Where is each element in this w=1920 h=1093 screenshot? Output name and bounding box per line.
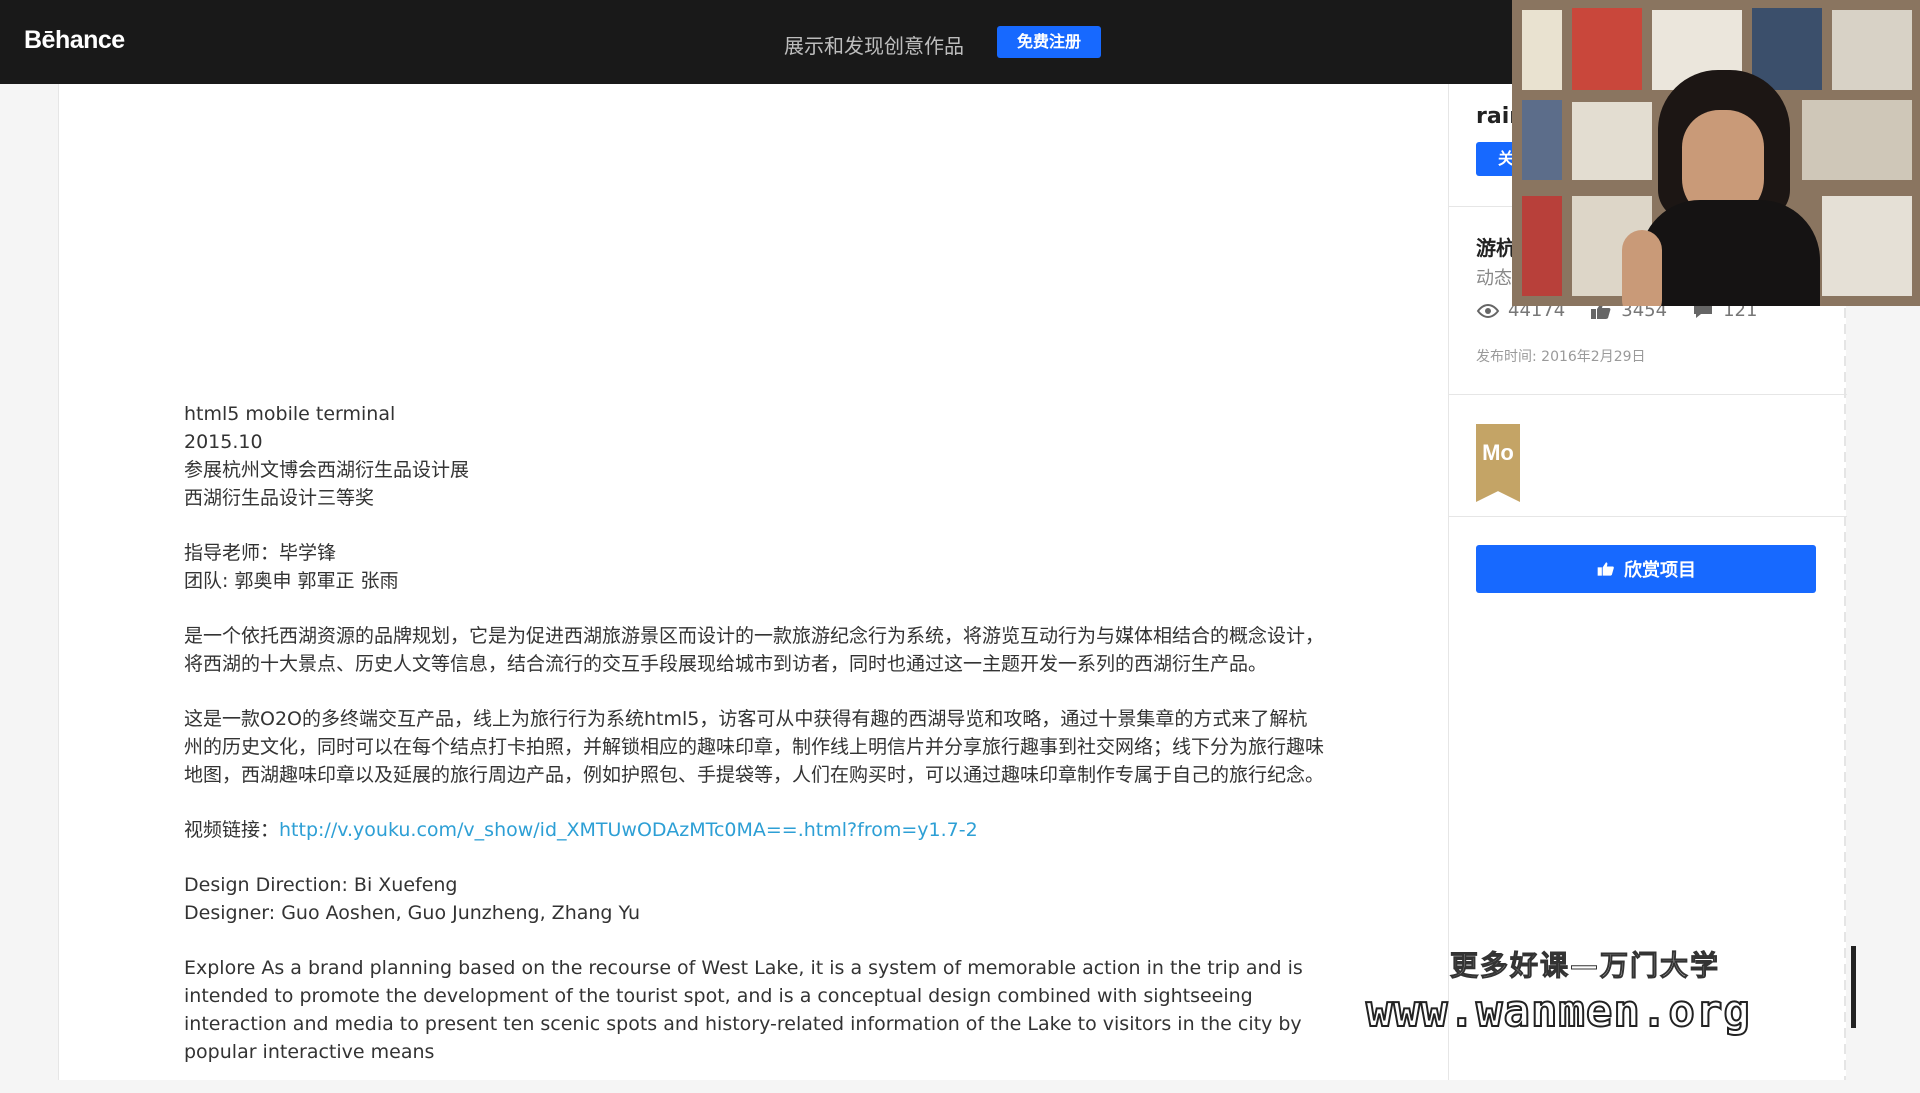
presenter-arm [1622, 230, 1662, 306]
project-title: 游杭 [1476, 236, 1516, 260]
video-link[interactable]: http://v.youku.com/v_show/id_XMTUwODAzMT… [279, 819, 978, 841]
credit-line: Designer: Guo Aoshen, Guo Junzheng, Zhan… [184, 902, 640, 924]
appreciate-label: 欣赏项目 [1624, 560, 1696, 581]
intro-line: html5 mobile terminal [184, 403, 396, 425]
project-category[interactable]: 动态 [1476, 264, 1512, 290]
video-link-label: 视频链接： [184, 819, 280, 841]
project-content-panel: html5 mobile terminal 2015.10 参展杭州文博会西湖衍… [58, 84, 1448, 1080]
intro-line: 参展杭州文博会西湖衍生品设计展 [184, 459, 470, 481]
eye-icon [1476, 303, 1500, 318]
advisor-line: 指导老师：毕学锋 [184, 542, 337, 564]
divider [1449, 394, 1847, 395]
watermark-url: www.wanmen.org [1365, 985, 1751, 1038]
publish-date: 发布时间: 2016年2月29日 [1476, 349, 1646, 365]
project-description: html5 mobile terminal 2015.10 参展杭州文博会西湖衍… [184, 400, 1324, 1093]
thumbs-up-icon [1597, 562, 1614, 576]
webcam-overlay [1512, 0, 1920, 306]
english-description: Explore As a brand planning based on the… [184, 957, 1303, 1063]
header-tagline: 展示和发现创意作品 [784, 34, 964, 58]
watermark-slogan: 更多好课—万门大学 [1449, 949, 1721, 983]
description-paragraph-2: 这是一款O2O的多终端交互产品，线上为旅行行为系统html5，访客可从中获得有趣… [184, 708, 1325, 786]
behance-logo[interactable]: Bēhance [24, 26, 125, 55]
featured-ribbon: Mo [1476, 424, 1520, 502]
intro-line: 2015.10 [184, 431, 263, 453]
divider [1449, 516, 1847, 517]
team-line: 团队: 郭奥申 郭軍正 张雨 [184, 570, 399, 592]
description-paragraph-1: 是一个依托西湖资源的品牌规划，它是为促进西湖旅游景区而设计的一款旅游纪念行为系统… [184, 625, 1325, 675]
intro-line: 西湖衍生品设计三等奖 [184, 487, 375, 509]
presenter-body [1640, 200, 1820, 306]
intro-block: html5 mobile terminal 2015.10 参展杭州文博会西湖衍… [184, 400, 1324, 512]
appreciate-button[interactable]: 欣赏项目 [1476, 545, 1816, 593]
team-block: 指导老师：毕学锋 团队: 郭奥申 郭軍正 张雨 [184, 539, 1324, 595]
signup-button[interactable]: 免费注册 [997, 26, 1101, 58]
credits-block: Design Direction: Bi Xuefeng Designer: G… [184, 871, 1324, 927]
watermark-bar [1851, 946, 1856, 1028]
credit-line: Design Direction: Bi Xuefeng [184, 874, 458, 896]
video-link-block: 视频链接：http://v.youku.com/v_show/id_XMTUwO… [184, 816, 1324, 844]
